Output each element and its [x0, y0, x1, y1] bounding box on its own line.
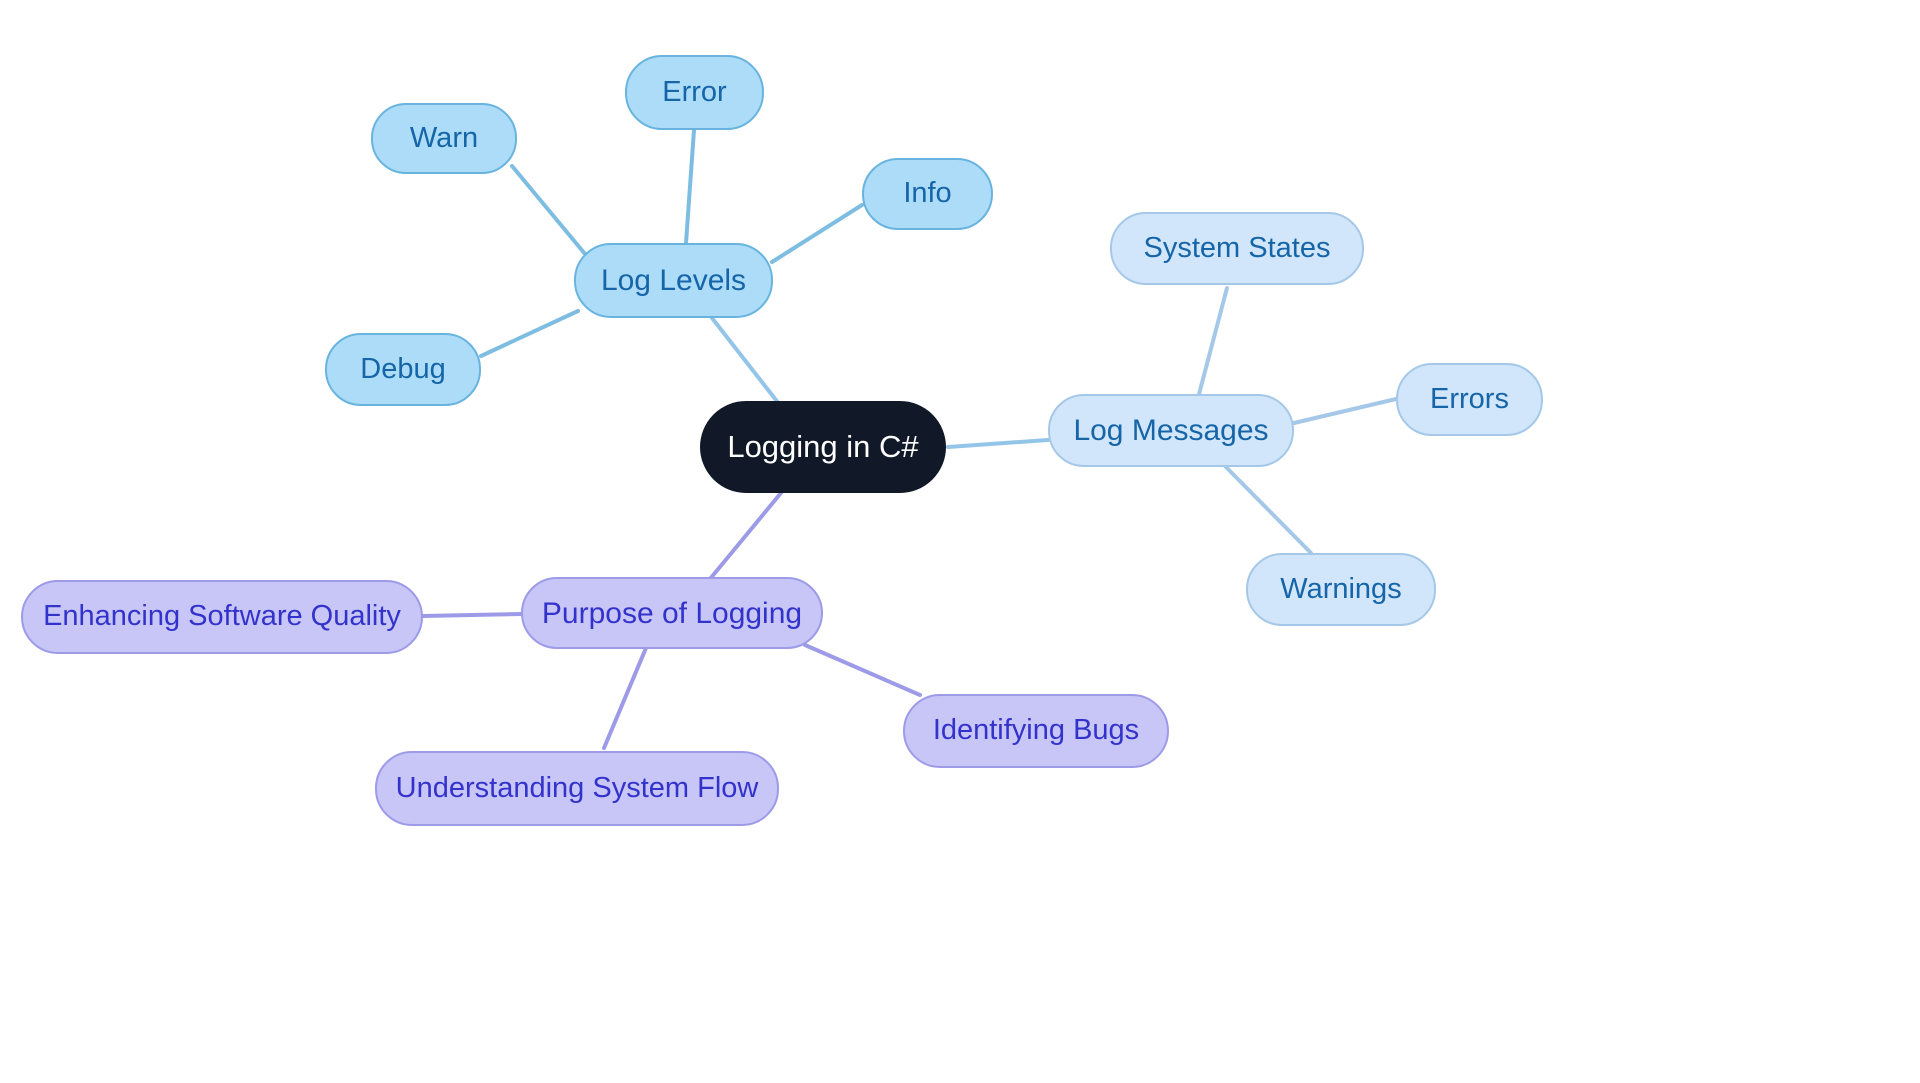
node-system-states[interactable]: System States — [1110, 212, 1364, 285]
node-purpose-of-logging[interactable]: Purpose of Logging — [521, 577, 823, 649]
node-label: Warnings — [1280, 572, 1402, 605]
node-label: Log Messages — [1073, 414, 1269, 447]
node-label: Warn — [409, 121, 479, 154]
edge-log-messages-to-errors — [1292, 397, 1398, 425]
node-label: Identifying Bugs — [932, 714, 1140, 747]
node-warn[interactable]: Warn — [371, 103, 517, 174]
edge-log-messages-to-system-states — [1196, 286, 1229, 400]
node-log-levels[interactable]: Log Levels — [574, 243, 773, 318]
node-enhancing-software-quality[interactable]: Enhancing Software Quality — [21, 580, 423, 654]
edge-purpose-to-enhancing-quality — [421, 612, 523, 618]
edge-log-levels-to-debug — [479, 309, 580, 358]
node-label: Log Levels — [600, 264, 747, 297]
edge-log-levels-to-warn — [510, 164, 597, 268]
node-label: Logging in C# — [727, 428, 919, 464]
edge-log-levels-to-error — [684, 128, 696, 245]
node-errors[interactable]: Errors — [1396, 363, 1543, 436]
node-label: Debug — [360, 352, 446, 385]
node-info[interactable]: Info — [862, 158, 993, 230]
node-label: System States — [1143, 231, 1331, 264]
node-error[interactable]: Error — [625, 55, 764, 130]
edge-log-levels-to-info — [770, 203, 864, 264]
edge-root-to-log-messages — [946, 438, 1050, 449]
node-understanding-system-flow[interactable]: Understanding System Flow — [375, 751, 779, 826]
node-label: Errors — [1430, 382, 1509, 415]
edge-purpose-to-understanding-flow — [602, 646, 648, 750]
node-label: Enhancing Software Quality — [43, 600, 401, 633]
mind-map-canvas: Logging in C# Log Levels Error Warn Info… — [0, 0, 1920, 1083]
edge-log-messages-to-warnings — [1221, 462, 1313, 555]
node-log-messages[interactable]: Log Messages — [1048, 394, 1294, 467]
node-label: Error — [662, 75, 727, 108]
edge-root-to-purpose — [703, 480, 792, 587]
node-label: Info — [903, 177, 952, 210]
node-label: Purpose of Logging — [541, 596, 803, 630]
node-root-logging-in-csharp[interactable]: Logging in C# — [700, 401, 946, 493]
edge-purpose-to-identifying-bugs — [803, 643, 922, 697]
node-label: Understanding System Flow — [395, 771, 759, 804]
node-identifying-bugs[interactable]: Identifying Bugs — [903, 694, 1169, 768]
node-debug[interactable]: Debug — [325, 333, 481, 406]
node-warnings[interactable]: Warnings — [1246, 553, 1436, 626]
